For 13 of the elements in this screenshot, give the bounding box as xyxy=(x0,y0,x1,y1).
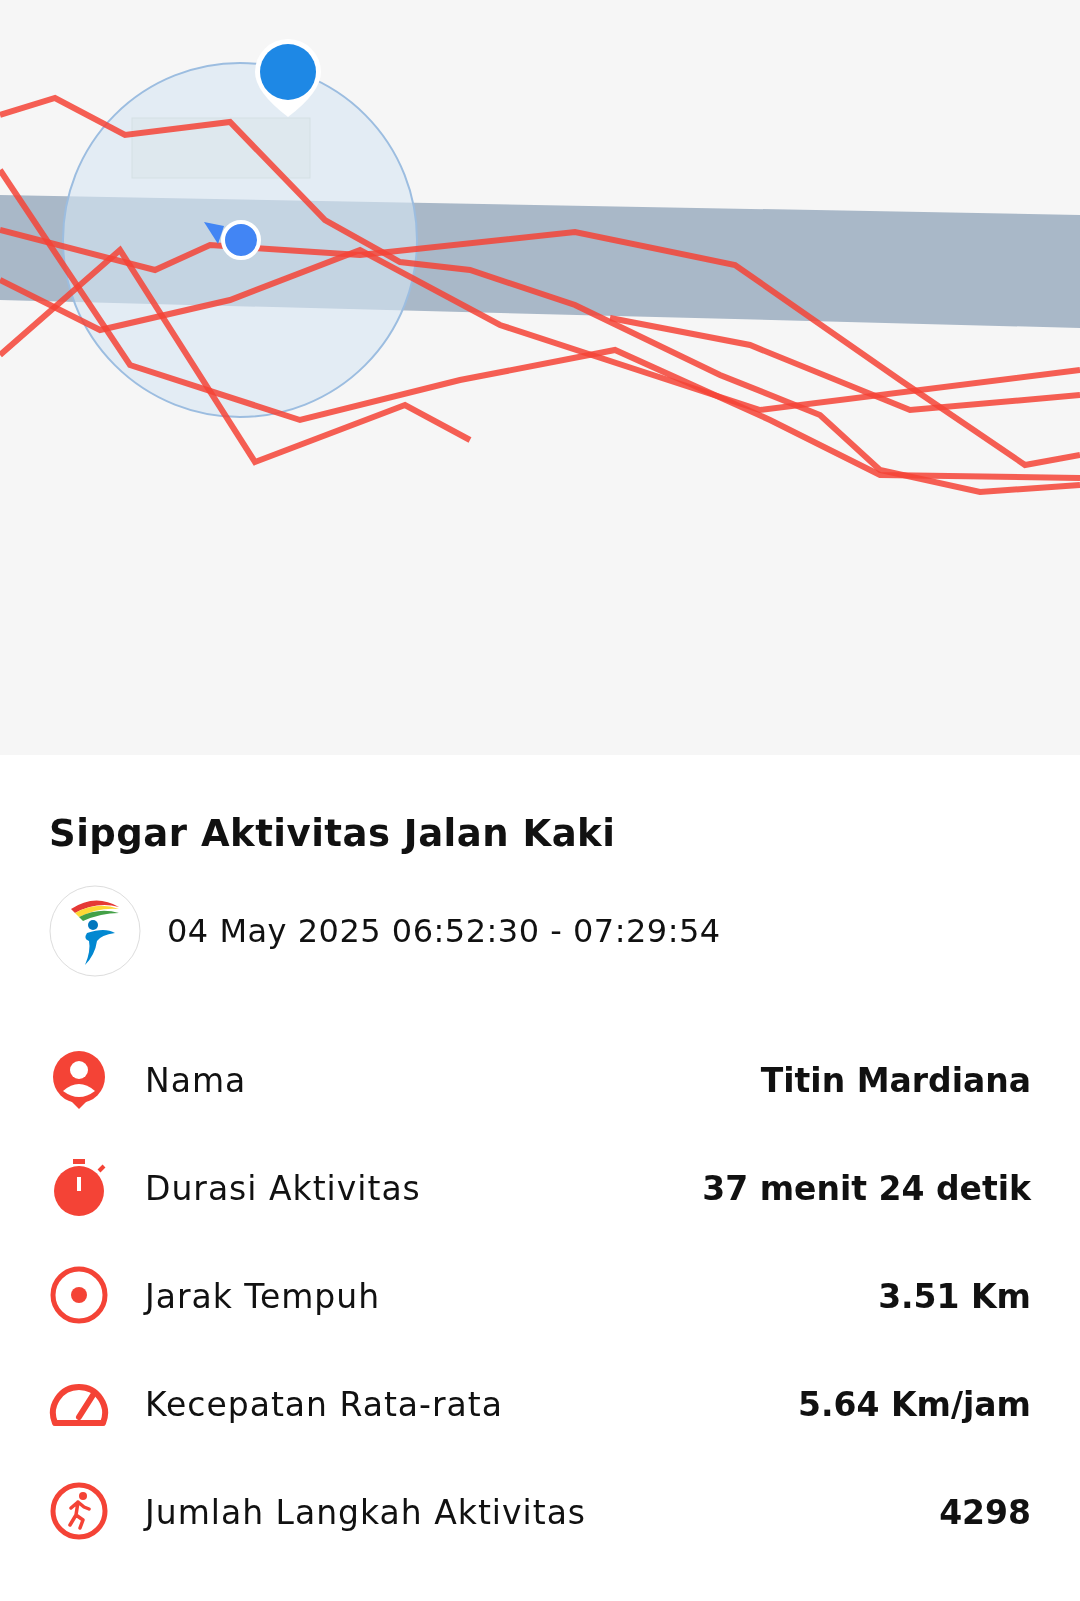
stat-label: Jarak Tempuh xyxy=(145,1276,382,1316)
stat-value: 4298 xyxy=(939,1492,1031,1532)
stat-label: Durasi Aktivitas xyxy=(145,1168,422,1208)
stat-label: Kecepatan Rata-rata xyxy=(145,1384,504,1424)
stat-value: 5.64 Km/jam xyxy=(798,1384,1031,1424)
app-logo-icon xyxy=(49,885,141,977)
activity-title: Sipgar Aktivitas Jalan Kaki xyxy=(49,811,617,857)
stat-value: Titin Mardiana xyxy=(760,1060,1031,1100)
stat-value: 3.51 Km xyxy=(878,1276,1031,1316)
stat-label: Jumlah Langkah Aktivitas xyxy=(145,1492,588,1532)
activity-time-range: 04 May 2025 06:52:30 - 07:29:54 xyxy=(167,912,721,950)
stat-value: 37 menit 24 detik xyxy=(702,1168,1031,1208)
stat-label: Nama xyxy=(145,1060,248,1100)
